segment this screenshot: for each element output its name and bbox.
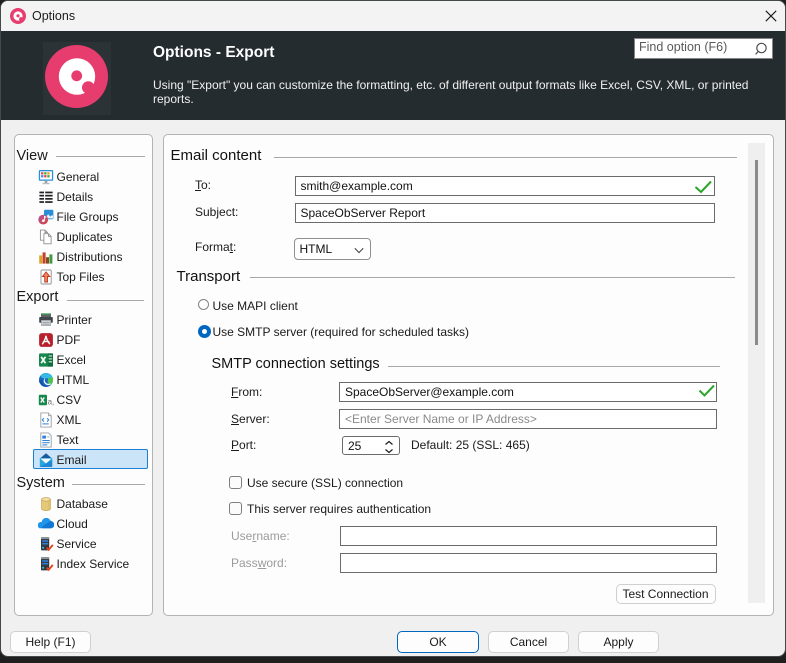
svg-text:a,: a, (48, 397, 54, 406)
